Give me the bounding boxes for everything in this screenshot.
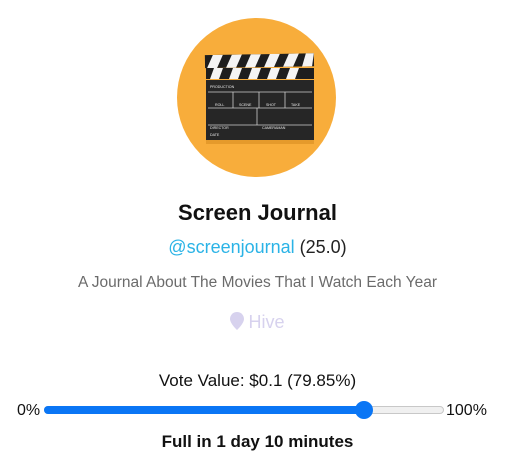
avatar: PRODUCTION ROLL SCENE SHOT TAKE DIRECTOR… <box>177 18 336 177</box>
profile-about: A Journal About The Movies That I Watch … <box>77 274 437 291</box>
slider-min-label: 0% <box>17 402 41 419</box>
clapper-cameraman-label: CAMERAMAN <box>262 126 286 130</box>
vote-weight-slider[interactable] <box>44 401 444 419</box>
handle-line: @screenjournal (25.0) <box>0 235 515 259</box>
slider-fill <box>44 406 364 414</box>
clapper-take-label: TAKE <box>291 103 301 107</box>
reputation-score: (25.0) <box>299 237 347 257</box>
profile-handle-link[interactable]: @screenjournal <box>168 237 294 257</box>
location-pin-icon <box>230 312 245 335</box>
clapper-date-label: DATE <box>210 133 220 137</box>
voting-power-full-in: Full in 1 day 10 minutes <box>161 432 354 451</box>
slider-thumb[interactable] <box>355 401 374 419</box>
vote-value-label: Vote Value: $0.1 (79.85%) <box>158 371 357 390</box>
location-label: Hive <box>248 312 285 332</box>
profile-location: Hive <box>0 311 515 335</box>
clapper-roll-label: ROLL <box>215 103 224 107</box>
clapper-director-label: DIRECTOR <box>210 126 229 130</box>
profile-name: Screen Journal <box>178 200 337 225</box>
slider-max-label: 100% <box>446 402 487 419</box>
clapper-scene-label: SCENE <box>239 103 252 107</box>
clapper-production-label: PRODUCTION <box>210 85 235 89</box>
clapperboard-icon: PRODUCTION ROLL SCENE SHOT TAKE DIRECTOR… <box>204 53 315 144</box>
clapper-shot-label: SHOT <box>266 103 277 107</box>
